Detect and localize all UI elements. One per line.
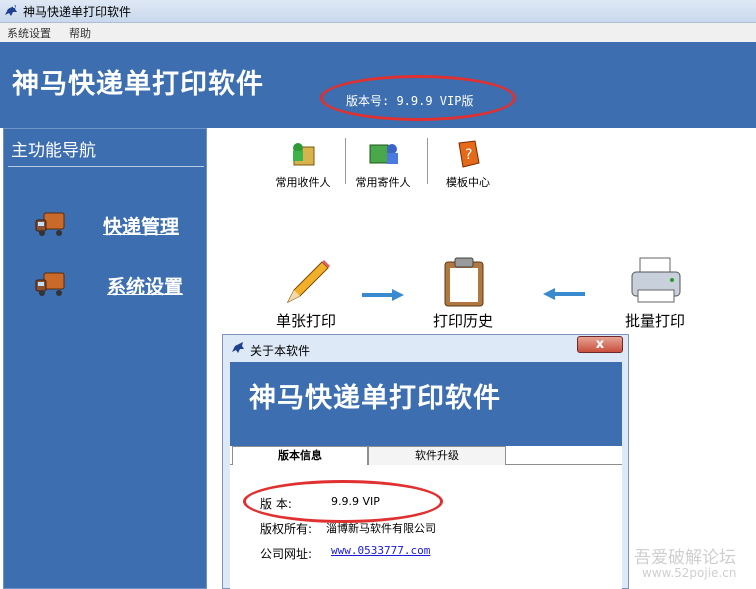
toolbar-recipients-label: 常用收件人 [275, 176, 331, 189]
toolbar-senders-button[interactable]: 常用寄件人 [350, 139, 416, 190]
copyright-label: 版权所有: [260, 522, 313, 536]
toolbar-templates-label: 模板中心 [446, 176, 490, 189]
app-horse-icon [232, 342, 244, 353]
menu-help[interactable]: 帮助 [69, 25, 91, 41]
watermark-text: 吾爱破解论坛 [634, 548, 736, 568]
clipboard-icon[interactable] [441, 256, 487, 308]
menu-bar [0, 23, 756, 42]
app-name: 神马快递单打印软件 [12, 69, 264, 100]
batch-print-label[interactable]: 批量打印 [625, 310, 685, 331]
truck-icon [35, 212, 65, 236]
arrow-right-icon [362, 289, 404, 301]
template-book-icon: ? [458, 140, 480, 168]
toolbar-separator [345, 138, 346, 184]
sidebar-item-express-management[interactable]: 快递管理 [103, 212, 179, 239]
menu-system-settings[interactable]: 系统设置 [7, 25, 51, 41]
sidebar-item-system-settings[interactable]: 系统设置 [107, 272, 183, 299]
recipient-icon [293, 143, 315, 166]
sender-icon [369, 144, 398, 164]
watermark-url: www.52pojie.cn [642, 566, 737, 580]
version-label: 版 本: [260, 497, 292, 511]
svg-text:?: ? [465, 147, 472, 163]
version-label: 版本号: 9.9.9 VIP版 [346, 94, 474, 108]
toolbar-separator [427, 138, 428, 184]
dialog-close-button[interactable]: x [577, 336, 623, 353]
truck-icon [35, 272, 65, 296]
sidebar-divider [8, 166, 204, 167]
window-title: 神马快递单打印软件 [23, 5, 132, 19]
printer-icon[interactable] [628, 254, 684, 306]
sidebar [3, 128, 207, 589]
print-history-label[interactable]: 打印历史 [433, 310, 493, 331]
sidebar-title: 主功能导航 [11, 141, 96, 161]
toolbar-senders-label: 常用寄件人 [355, 176, 411, 189]
tab-version-info[interactable]: 版本信息 [232, 446, 368, 465]
about-dialog-app-name: 神马快递单打印软件 [249, 383, 501, 414]
single-print-label[interactable]: 单张打印 [276, 310, 336, 331]
website-label: 公司网址: [260, 547, 313, 561]
app-horse-icon [5, 5, 17, 16]
about-dialog-title: 关于本软件 [250, 344, 311, 358]
pencil-icon[interactable] [282, 256, 334, 308]
copyright-value: 淄博新马软件有限公司 [326, 522, 436, 535]
arrow-left-icon [543, 288, 585, 300]
toolbar-templates-button[interactable]: ? 模板中心 [436, 139, 500, 190]
toolbar-recipients-button[interactable]: 常用收件人 [270, 139, 336, 190]
tab-software-upgrade[interactable]: 软件升级 [368, 446, 506, 465]
version-value: 9.9.9 VIP [331, 495, 380, 508]
website-link[interactable]: www.0533777.com [331, 544, 430, 557]
